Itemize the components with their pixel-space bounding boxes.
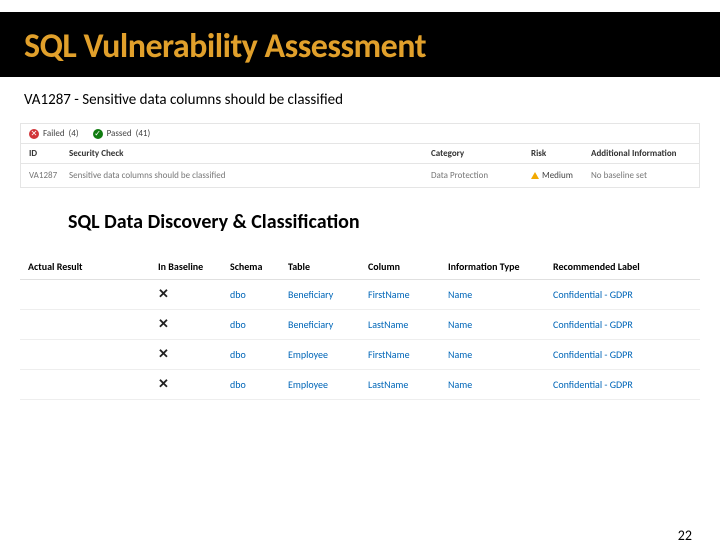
header-in-baseline: In Baseline — [158, 260, 230, 273]
assessment-row[interactable]: VA1287 Sensitive data columns should be … — [21, 164, 699, 187]
cell-category: Data Protection — [431, 170, 531, 181]
header-security-check: Security Check — [69, 148, 431, 159]
tabs: ✕ Failed (4) ✓ Passed (41) — [21, 124, 699, 144]
table-row[interactable]: ✕ dbo Employee LastName Name Confidentia… — [20, 370, 700, 400]
table-row[interactable]: ✕ dbo Beneficiary FirstName Name Confide… — [20, 280, 700, 310]
cell-table: Employee — [288, 378, 368, 391]
cell-schema: dbo — [230, 378, 288, 391]
failed-icon: ✕ — [29, 129, 39, 139]
cell-column: LastName — [368, 378, 448, 391]
cell-info-type: Name — [448, 378, 553, 391]
cell-schema: dbo — [230, 348, 288, 361]
tab-failed-count: (4) — [69, 128, 79, 139]
header-rec-label: Recommended Label — [553, 260, 673, 273]
cell-column: FirstName — [368, 288, 448, 301]
cell-id: VA1287 — [29, 170, 69, 181]
tab-failed-label: Failed — [43, 128, 65, 139]
slide-title: SQL Vulnerability Assessment — [24, 26, 696, 67]
cell-table: Employee — [288, 348, 368, 361]
cell-info-type: Name — [448, 318, 553, 331]
header-risk: Risk — [531, 148, 591, 159]
header-category: Category — [431, 148, 531, 159]
header-actual-result: Actual Result — [28, 260, 158, 273]
warning-icon — [531, 172, 539, 179]
x-icon: ✕ — [158, 317, 230, 332]
tab-passed-count: (41) — [136, 128, 151, 139]
cell-info-type: Name — [448, 288, 553, 301]
cell-column: FirstName — [368, 348, 448, 361]
tab-failed[interactable]: ✕ Failed (4) — [29, 128, 79, 139]
cell-security-check: Sensitive data columns should be classif… — [69, 170, 431, 181]
cell-schema: dbo — [230, 288, 288, 301]
slide-title-bar: SQL Vulnerability Assessment — [0, 12, 720, 77]
classification-panel: Actual Result In Baseline Schema Table C… — [20, 254, 700, 400]
x-icon: ✕ — [158, 377, 230, 392]
passed-icon: ✓ — [93, 129, 103, 139]
cell-rec-label: Confidential - GDPR — [553, 378, 673, 391]
header-id: ID — [29, 148, 69, 159]
cell-rec-label: Confidential - GDPR — [553, 348, 673, 361]
cell-info-type: Name — [448, 348, 553, 361]
cell-risk: Medium — [531, 170, 591, 181]
header-table: Table — [288, 260, 368, 273]
cell-rec-label: Confidential - GDPR — [553, 288, 673, 301]
cell-schema: dbo — [230, 318, 288, 331]
cell-additional: No baseline set — [591, 170, 691, 181]
cell-table: Beneficiary — [288, 288, 368, 301]
table-row[interactable]: ✕ dbo Employee FirstName Name Confidenti… — [20, 340, 700, 370]
assessment-panel: ✕ Failed (4) ✓ Passed (41) ID Security C… — [20, 123, 700, 188]
header-schema: Schema — [230, 260, 288, 273]
cell-table: Beneficiary — [288, 318, 368, 331]
cell-column: LastName — [368, 318, 448, 331]
tab-passed[interactable]: ✓ Passed (41) — [93, 128, 151, 139]
x-icon: ✕ — [158, 347, 230, 362]
header-info-type: Information Type — [448, 260, 553, 273]
cell-risk-text: Medium — [542, 170, 573, 181]
assessment-columns-header: ID Security Check Category Risk Addition… — [21, 144, 699, 164]
table-row[interactable]: ✕ dbo Beneficiary LastName Name Confiden… — [20, 310, 700, 340]
cell-rec-label: Confidential - GDPR — [553, 318, 673, 331]
classification-header: Actual Result In Baseline Schema Table C… — [20, 254, 700, 280]
header-additional: Additional Information — [591, 148, 691, 159]
slide-subtitle: VA1287 - Sensitive data columns should b… — [0, 77, 720, 123]
x-icon: ✕ — [158, 287, 230, 302]
tab-passed-label: Passed — [107, 128, 132, 139]
page-number: 22 — [678, 527, 692, 544]
section-title: SQL Data Discovery & Classification — [0, 188, 720, 244]
header-column: Column — [368, 260, 448, 273]
